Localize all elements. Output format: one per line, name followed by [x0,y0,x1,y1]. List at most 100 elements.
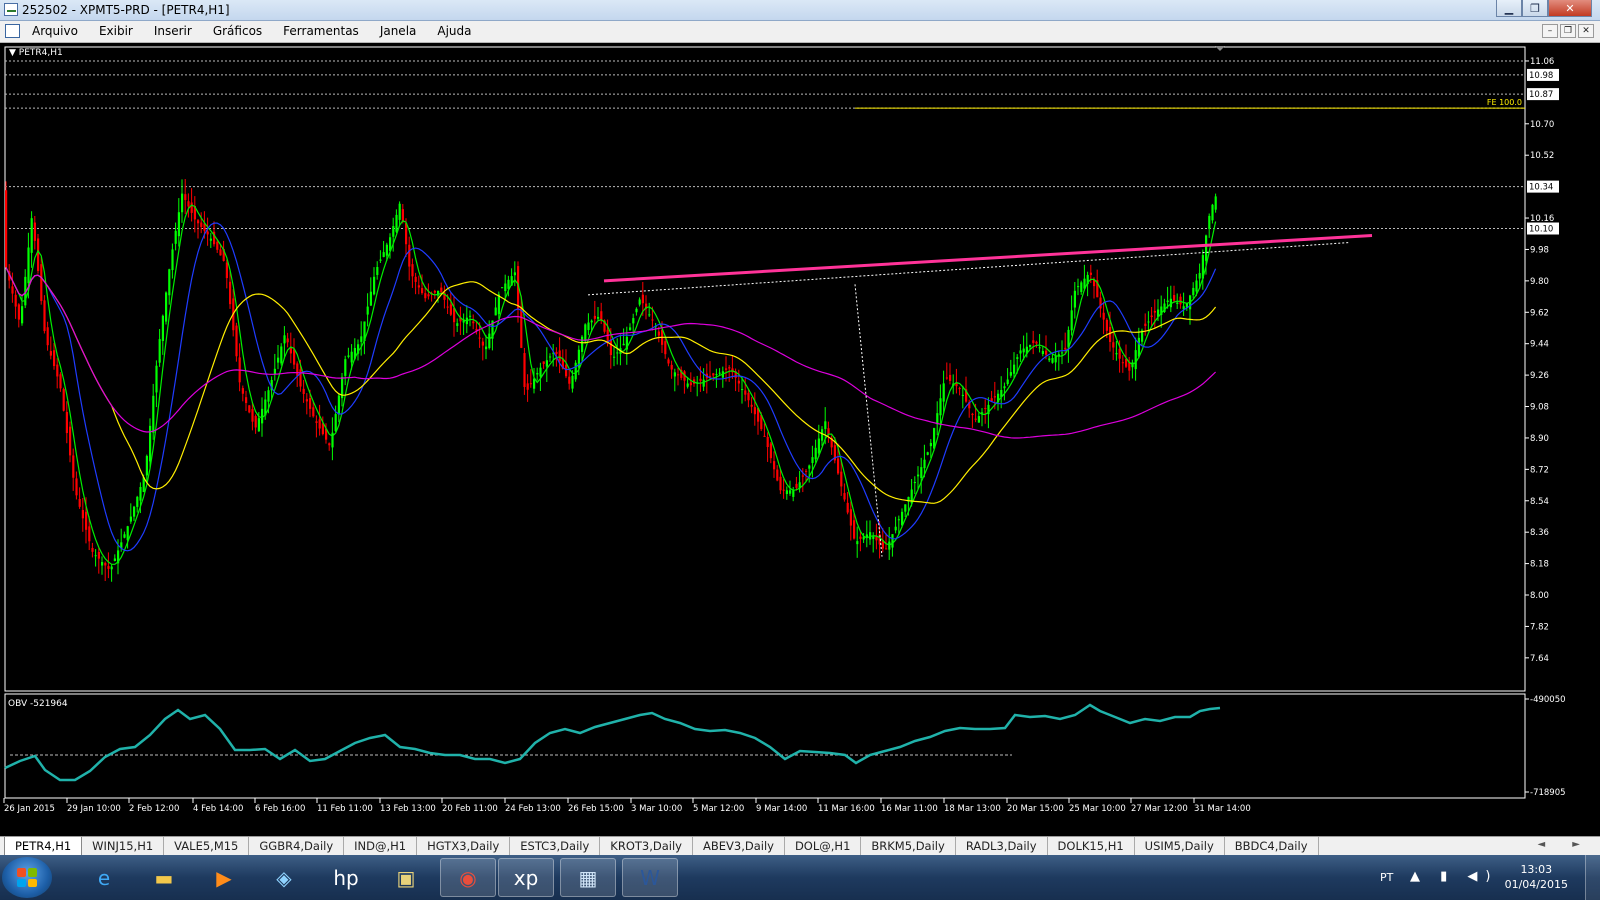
candle-body [974,418,977,420]
candle-body [113,558,116,562]
candle-body [744,390,747,395]
menu-ajuda[interactable]: Ajuda [437,24,471,38]
tray-icons[interactable]: ▲ ▮ ◀) [1410,869,1499,884]
candle-body [405,223,408,245]
candle-body [56,364,59,377]
price-tick-label: 8.72 [1530,465,1549,475]
chart-minimize-button[interactable]: – [1542,24,1558,38]
xp-icon[interactable]: xp [498,858,554,897]
close-button[interactable]: ✕ [1548,0,1592,17]
time-axis-label: 2 Feb 12:00 [129,804,179,814]
candle-body [427,294,430,297]
show-desktop-button[interactable] [1585,855,1600,900]
candle-body [177,212,180,237]
time-axis-label: 5 Mar 12:00 [693,804,744,814]
chart-tab[interactable]: RADL3,Daily [956,837,1048,855]
candle-body [571,375,574,389]
candle-body [785,490,788,495]
candle-body [597,316,600,319]
chart-tab[interactable]: ESTC3,Daily [510,837,601,855]
tab-scroll-arrows[interactable]: ◄ ► [1537,839,1592,850]
chart-tab[interactable]: VALE5,M15 [164,837,250,855]
chart-close-button[interactable]: ✕ [1578,24,1594,38]
candle-body [469,315,472,317]
chart-window-icon[interactable] [5,24,20,38]
chrome-icon[interactable]: ◉ [440,858,496,897]
maximize-button[interactable]: ❐ [1522,0,1548,17]
candle-body [305,399,308,402]
menu-exibir[interactable]: Exibir [99,24,133,38]
candle-body [725,368,728,370]
chart-tab[interactable]: GGBR4,Daily [249,837,345,855]
candle-body [1173,295,1176,301]
candle-body [657,331,660,336]
candle-body [859,536,862,539]
menu-graficos[interactable]: Gráficos [213,24,262,38]
candle-body [433,290,436,293]
chart-tab[interactable]: BBDC4,Daily [1225,837,1319,855]
archive-icon[interactable]: ▣ [378,858,434,897]
candle-body [558,350,561,362]
projection-dotted-line [854,284,883,557]
windows-logo-icon [17,868,37,887]
start-button[interactable] [2,857,52,898]
window-controls: ▁ ❐ ✕ [1496,0,1592,18]
chart-tab[interactable]: BRKM5,Daily [861,837,956,855]
menu-arquivo[interactable]: Arquivo [32,24,78,38]
chart-tab[interactable]: DOL@,H1 [785,837,862,855]
chart-tab[interactable]: PETR4,H1 [4,837,83,856]
metatrader-icon[interactable]: ▦ [560,858,616,897]
price-level-value: 10.34 [1529,183,1553,193]
hp-icon[interactable]: hp [318,858,374,897]
time-axis-label: 11 Mar 16:00 [818,804,875,814]
network-icon[interactable]: ◈ [256,858,312,897]
chart-tab[interactable]: WINJ15,H1 [82,837,165,855]
menu-ferramentas[interactable]: Ferramentas [283,24,359,38]
candle-body [501,287,504,289]
candle-body [1077,286,1080,288]
candle-body [280,346,283,364]
word-icon[interactable]: W [622,858,678,897]
candle-body [641,294,644,304]
candle-body [181,193,184,213]
candle-body [209,238,212,241]
candle-body [206,231,209,235]
candle-body [824,421,827,430]
chart-tab[interactable]: KROT3,Daily [600,837,693,855]
obv-line [4,703,1221,782]
ma-fast-line [5,204,1217,565]
ie-icon[interactable]: e [76,858,132,897]
language-indicator[interactable]: PT [1380,871,1393,884]
candle-body [929,442,932,447]
chart-tab[interactable]: USIM5,Daily [1135,837,1225,855]
candle-body [904,504,907,512]
time-axis-label: 4 Feb 14:00 [193,804,243,814]
candle-body [747,392,750,401]
price-chart[interactable]: ▼ PETR4,H1FE 100.011.0610.7010.5210.169.… [0,43,1600,836]
explorer-icon[interactable]: ▬ [136,858,192,897]
candle-body [885,548,888,550]
chart-area[interactable]: ▼ PETR4,H1 FE 100.0 11.06 10.70 10.52 10.16 9.… [0,43,1600,836]
menu-janela[interactable]: Janela [380,24,417,38]
clock[interactable]: 13:03 01/04/2015 [1505,862,1568,892]
candle-body [126,526,129,541]
candle-body [165,292,168,322]
media-player-icon[interactable]: ▶ [196,858,252,897]
chart-tab[interactable]: IND@,H1 [344,837,418,855]
candle-body [958,388,961,390]
candle-body [609,339,612,356]
menu-inserir[interactable]: Inserir [154,24,192,38]
time-axis-label: 25 Mar 10:00 [1069,804,1126,814]
candle-body [453,308,456,323]
chart-tab[interactable]: ABEV3,Daily [693,837,785,855]
chart-tab[interactable]: HGTX3,Daily [417,837,511,855]
minimize-button[interactable]: ▁ [1496,0,1522,17]
candle-body [251,408,254,422]
candle-body [379,259,382,261]
candle-body [689,382,692,386]
candle-body [651,319,654,321]
candle-body [241,388,244,394]
candle-body [539,367,542,377]
chart-restore-button[interactable]: ❐ [1560,24,1576,38]
chart-tab[interactable]: DOLK15,H1 [1048,837,1135,855]
